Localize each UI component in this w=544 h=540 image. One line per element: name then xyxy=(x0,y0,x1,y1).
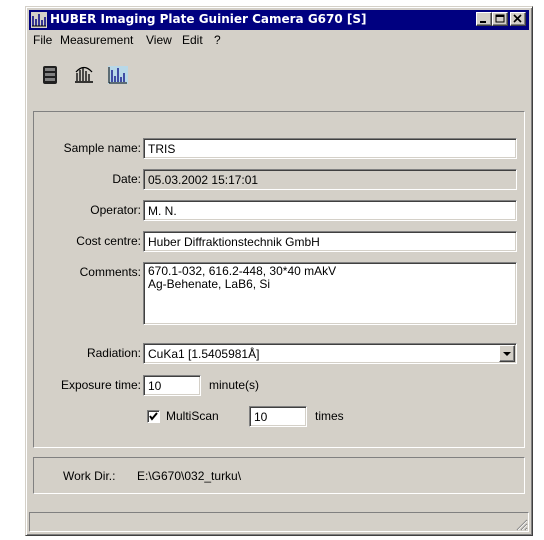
exposure-time-field[interactable]: 10 xyxy=(143,375,201,396)
diffractogram-button[interactable] xyxy=(104,61,132,89)
camera-scan-icon xyxy=(75,66,93,83)
diffractogram-icon xyxy=(108,66,128,84)
operator-label: Operator: xyxy=(90,203,141,217)
radiation-select[interactable]: CuKa1 [1.5405981Å] xyxy=(143,343,517,364)
work-dir-label: Work Dir.: xyxy=(63,469,116,483)
app-icon xyxy=(31,12,47,28)
menu-measurement[interactable]: Measurement xyxy=(58,33,135,47)
menu-help[interactable]: ? xyxy=(212,33,223,47)
multiscan-count-field[interactable]: 10 xyxy=(249,406,307,427)
radiation-label: Radiation: xyxy=(86,346,141,360)
resize-grip-icon[interactable] xyxy=(514,517,528,531)
multiscan-label[interactable]: MultiScan xyxy=(166,409,219,423)
chevron-down-icon xyxy=(503,352,511,356)
multiscan-checkbox[interactable] xyxy=(147,410,160,423)
sample-info-panel: Sample name: TRIS Date: 05.03.2002 15:17… xyxy=(33,111,525,448)
minimize-button[interactable] xyxy=(476,12,492,26)
window-title: HUBER Imaging Plate Guinier Camera G670 … xyxy=(50,12,367,26)
sample-name-label: Sample name: xyxy=(63,141,141,155)
work-dir-value: E:\G670\032_turku\ xyxy=(137,469,242,483)
exposure-time-label: Exposure time: xyxy=(60,378,141,392)
scan-button[interactable] xyxy=(70,61,98,89)
menu-file[interactable]: File xyxy=(31,33,54,47)
close-icon xyxy=(513,14,522,23)
comments-field[interactable]: 670.1-032, 616.2-448, 30*40 mAkV Ag-Behe… xyxy=(143,262,517,325)
exposure-unit-label: minute(s) xyxy=(209,378,260,392)
status-panel xyxy=(29,512,529,532)
operator-field[interactable]: M. N. xyxy=(143,200,517,221)
checkmark-icon xyxy=(149,412,158,421)
multiscan-unit-label: times xyxy=(315,409,344,423)
cost-centre-field[interactable]: Huber Diffraktionstechnik GmbH xyxy=(143,231,517,252)
menu-edit[interactable]: Edit xyxy=(180,33,205,47)
database-icon xyxy=(43,66,57,84)
date-field: 05.03.2002 15:17:01 xyxy=(143,169,517,190)
maximize-icon xyxy=(495,14,505,23)
maximize-button[interactable] xyxy=(492,12,508,26)
radiation-value: CuKa1 [1.5405981Å] xyxy=(148,347,260,361)
app-window: HUBER Imaging Plate Guinier Camera G670 … xyxy=(25,6,533,536)
close-button[interactable] xyxy=(510,12,526,26)
title-bar[interactable]: HUBER Imaging Plate Guinier Camera G670 … xyxy=(29,10,529,30)
cost-centre-label: Cost centre: xyxy=(76,234,141,248)
minimize-icon xyxy=(480,21,486,23)
comments-label: Comments: xyxy=(79,265,141,279)
work-dir-panel: Work Dir.: E:\G670\032_turku\ xyxy=(33,457,525,494)
date-label: Date: xyxy=(112,172,141,186)
menu-view[interactable]: View xyxy=(144,33,174,47)
status-bar xyxy=(29,512,529,532)
menu-bar: File Measurement View Edit ? xyxy=(29,32,529,50)
database-button[interactable] xyxy=(36,61,64,89)
sample-name-field[interactable]: TRIS xyxy=(143,138,517,159)
radiation-dropdown-button[interactable] xyxy=(499,345,515,362)
